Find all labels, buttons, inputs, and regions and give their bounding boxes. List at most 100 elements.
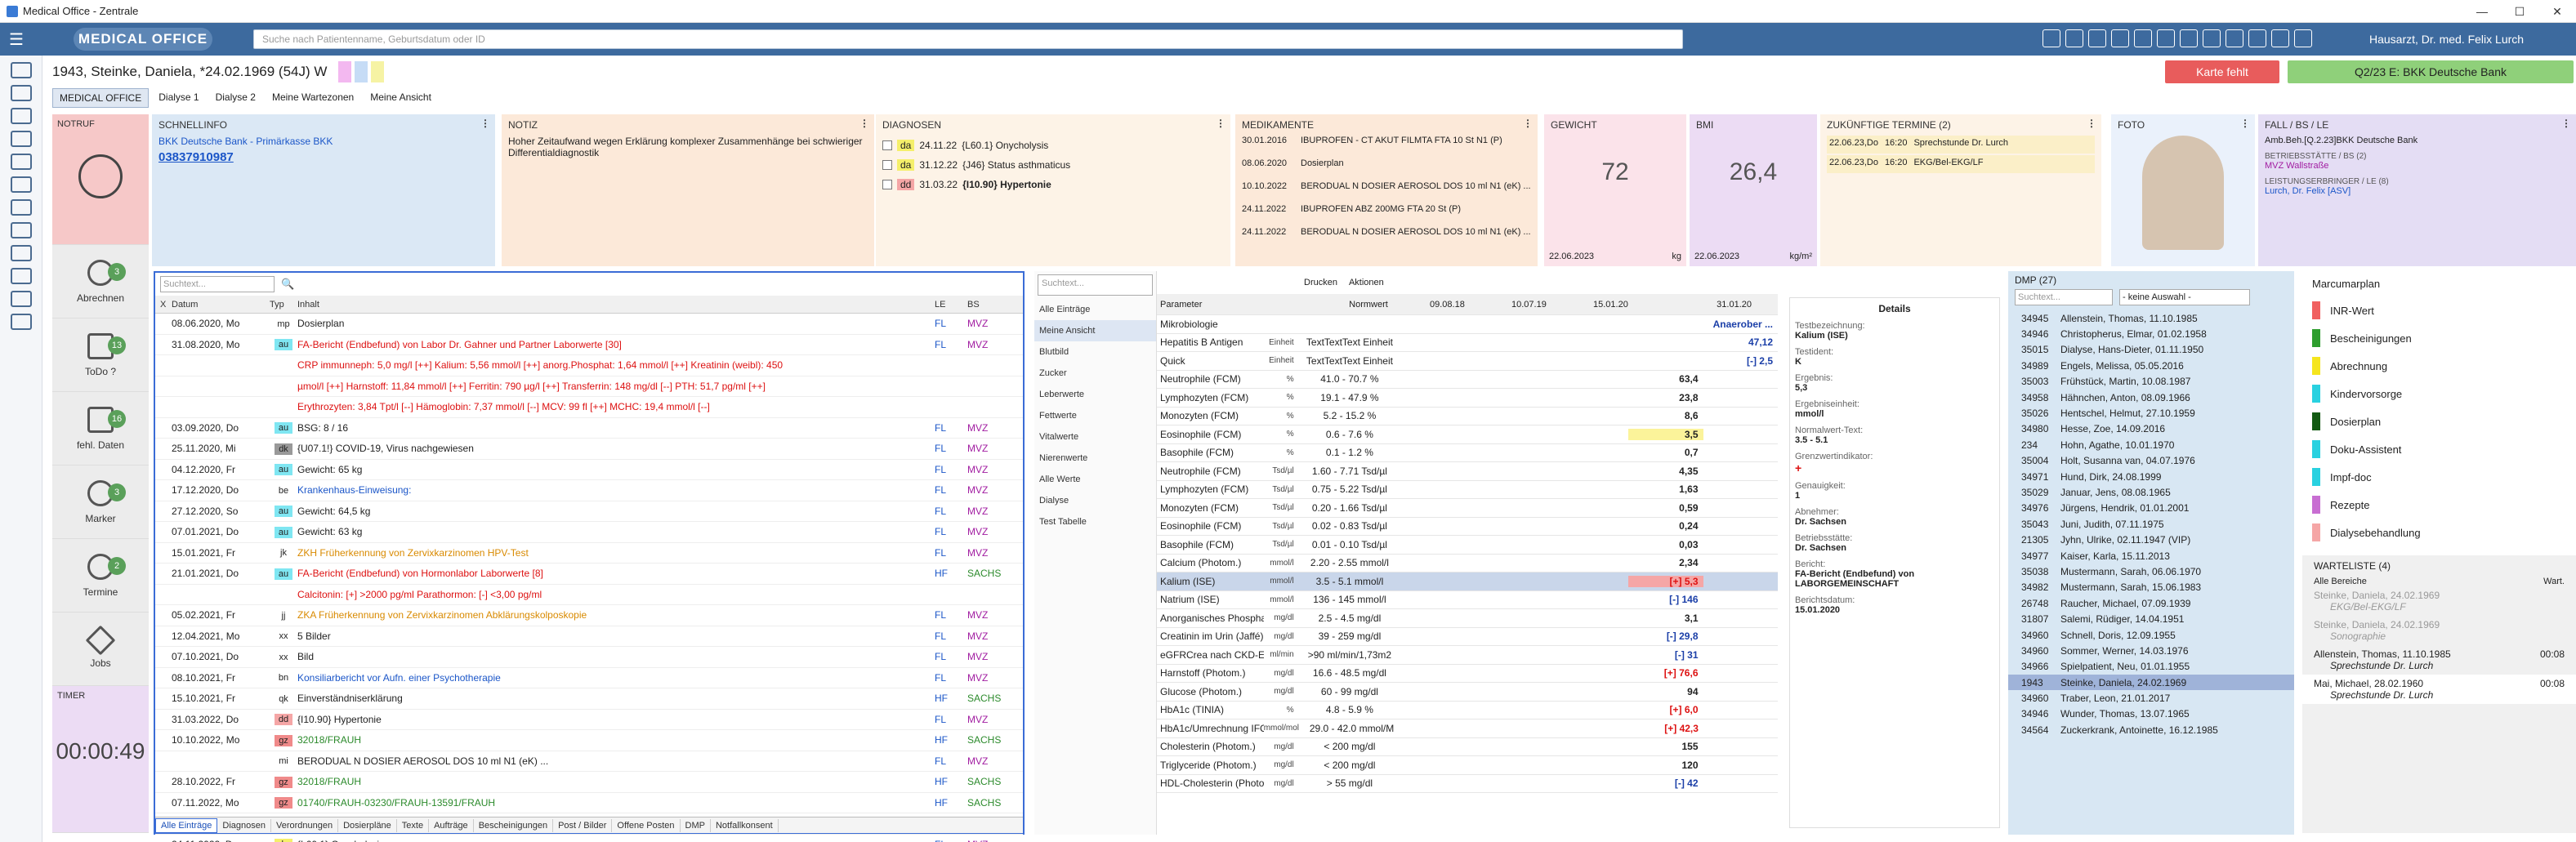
rail-icon[interactable] <box>10 154 32 170</box>
lab-nav-item[interactable]: Alle Werte <box>1034 469 1156 490</box>
patient-flag[interactable] <box>371 61 385 82</box>
rail-icon[interactable] <box>10 314 32 330</box>
list-item[interactable]: 34960 Schnell, Doris, 12.09.1955 <box>2008 627 2294 643</box>
tab-dialyse-2[interactable]: Dialyse 2 <box>209 88 262 108</box>
table-row[interactable]: 17.12.2020, Do be Krankenhaus-Einweisung: F… <box>155 480 1023 501</box>
lab-row[interactable]: Basophile (FCM) Tsd/µl 0.01 - 0.10 Tsd/µl 0… <box>1157 536 1778 555</box>
karte-fehlt-button[interactable]: Karte fehlt <box>2165 60 2279 83</box>
col-header[interactable]: Inhalt <box>297 300 935 310</box>
dmp-filter-select[interactable]: - keine Auswahl - <box>2119 289 2250 305</box>
toolbar-icon[interactable] <box>2180 29 2198 47</box>
more-icon[interactable]: ⋮ <box>2240 118 2250 129</box>
lab-nav-item[interactable]: Alle Einträge <box>1034 299 1156 320</box>
table-row[interactable]: 07.11.2022, Mo gz 01740/FRAUH-03230/FRAUH-… <box>155 793 1023 813</box>
toolbar-icon[interactable] <box>2042 29 2060 47</box>
table-row[interactable]: Erythrozyten: 3,84 Tpt/l [--] Hämoglobin… <box>155 397 1023 418</box>
list-item[interactable]: 35003 Frühstück, Martin, 10.08.1987 <box>2008 374 2294 390</box>
table-row[interactable]: 05.02.2021, Fr jj ZKA Früherkennung von Ze… <box>155 605 1023 626</box>
bottom-tab[interactable]: Diagnosen <box>217 818 271 832</box>
list-item[interactable]: 35004 Holt, Susanna van, 04.07.1976 <box>2008 453 2294 469</box>
user-name[interactable]: Hausarzt, Dr. med. Felix Lurch <box>2369 33 2524 46</box>
rail-icon[interactable] <box>10 108 32 124</box>
tab-medical-office[interactable]: MEDICAL OFFICE <box>52 88 150 108</box>
list-item[interactable]: 26748 Raucher, Michael, 07.09.1939 <box>2008 595 2294 611</box>
table-row[interactable]: 15.01.2021, Fr jk ZKH Früherkennung von Ze… <box>155 543 1023 564</box>
search-icon[interactable]: 🔍 <box>281 278 294 291</box>
marker-item[interactable]: Dialysebehandlung <box>2302 519 2576 546</box>
list-item[interactable]: 34958 Hähnchen, Anton, 08.09.1966 <box>2008 390 2294 405</box>
wait-item[interactable]: Steinke, Daniela, 24.02.1969 Sonographie <box>2302 616 2576 645</box>
marker-item[interactable]: Kindervorsorge <box>2302 380 2576 408</box>
lab-row[interactable]: Cholesterin (Photom.) mg/dl < 200 mg/dl 155 <box>1157 738 1778 756</box>
bottom-tab[interactable]: Bescheinigungen <box>474 818 554 832</box>
rail-icon[interactable] <box>10 291 32 307</box>
list-item[interactable]: 34966 Spielpatient, Neu, 01.01.1955 <box>2008 659 2294 675</box>
table-row[interactable]: Calcitonin: [+] >2000 pg/ml Parathormon:… <box>155 585 1023 605</box>
lab-row[interactable]: Creatinin im Urin (Jaffé) mg/dl 39 - 259 m… <box>1157 628 1778 646</box>
more-icon[interactable]: ⋮ <box>2087 118 2096 129</box>
more-icon[interactable]: ⋮ <box>2561 118 2571 129</box>
col-header[interactable]: LE <box>935 300 967 310</box>
more-icon[interactable]: ⋮ <box>1523 118 1533 129</box>
toolbar-icon[interactable] <box>2134 29 2152 47</box>
toolbar-icon[interactable] <box>2248 29 2266 47</box>
list-item[interactable]: 34976 Jürgens, Hendrik, 01.01.2001 <box>2008 501 2294 516</box>
list-item[interactable]: 34982 Mustermann, Sarah, 15.06.1983 <box>2008 580 2294 595</box>
toolbar-icon[interactable] <box>2157 29 2175 47</box>
table-row[interactable]: 12.04.2021, Mo xx 5 Bilder FL MVZ <box>155 626 1023 647</box>
more-icon[interactable]: ⋮ <box>480 118 490 129</box>
maximize-button[interactable]: ☐ <box>2501 0 2538 23</box>
drucken-button[interactable]: Drucken <box>1304 278 1337 287</box>
lab-nav-item[interactable]: Blutbild <box>1034 341 1156 363</box>
tile-fehl-daten[interactable]: 16 fehl. Daten <box>52 392 149 466</box>
list-item[interactable]: 34980 Hesse, Zoe, 14.09.2016 <box>2008 421 2294 437</box>
list-item[interactable]: 35038 Mustermann, Sarah, 06.06.1970 <box>2008 564 2294 579</box>
toolbar-icon[interactable] <box>2111 29 2129 47</box>
lab-row[interactable]: Quick Einheit TextTextText Einheit [-] 2,5 <box>1157 352 1778 371</box>
bottom-tab[interactable]: Dosierpläne <box>338 818 397 832</box>
lab-nav-item[interactable]: Meine Ansicht <box>1034 320 1156 341</box>
table-row[interactable]: 27.12.2020, So au Gewicht: 64,5 kg FL MVZ <box>155 501 1023 522</box>
aktionen-button[interactable]: Aktionen <box>1349 278 1384 287</box>
table-row[interactable]: 31.08.2020, Mo au FA-Bericht (Endbefund) v… <box>155 335 1023 355</box>
table-row[interactable]: 08.10.2021, Fr bn Konsiliarbericht vor Auf… <box>155 668 1023 688</box>
wait-item[interactable]: Steinke, Daniela, 24.02.1969 EKG/Bel-EKG/… <box>2302 586 2576 616</box>
termin-item[interactable]: 22.06.23,Do 16:20 Sprechstunde Dr. Lurch <box>1827 136 2095 154</box>
bottom-tab[interactable]: Offene Posten <box>612 818 681 832</box>
toolbar-icon[interactable] <box>2271 29 2289 47</box>
lab-row[interactable]: Monozyten (FCM)% 5.2 - 15.2 % 8,6 <box>1157 408 1778 425</box>
table-row[interactable]: CRP immunneph: 5,0 mg/l [++] Kalium: 5,5… <box>155 355 1023 376</box>
tile-timer[interactable]: TIMER 00:00:49 <box>52 686 149 833</box>
lab-nav-item[interactable]: Fettwerte <box>1034 405 1156 426</box>
list-item[interactable]: 35026 Hentschel, Helmut, 27.10.1959 <box>2008 405 2294 421</box>
col-header[interactable]: Parameter <box>1157 300 1307 310</box>
col-header[interactable]: X <box>155 300 172 310</box>
bottom-tab[interactable]: Post / Bilder <box>553 818 613 832</box>
lab-nav-item[interactable]: Dialyse <box>1034 490 1156 511</box>
lab-row[interactable]: HDL-Cholesterin (Photom.) mg/dl > 55 mg/dl… <box>1157 775 1778 793</box>
marker-item[interactable]: Dosierplan <box>2302 408 2576 435</box>
lab-row[interactable]: Monozyten (FCM) Tsd/µl 0.20 - 1.66 Tsd/µl 0… <box>1157 499 1778 518</box>
list-item[interactable]: 34946 Wunder, Thomas, 13.07.1965 <box>2008 706 2294 722</box>
lab-row[interactable]: Neutrophile (FCM)% 41.0 - 70.7 % 63,4 <box>1157 371 1778 389</box>
rail-icon[interactable] <box>10 268 32 284</box>
list-item[interactable]: 34960 Traber, Leon, 21.01.2017 <box>2008 690 2294 706</box>
col-header[interactable]: BS <box>967 300 1000 310</box>
lab-row[interactable]: Anorganisches Phosphat (P... mg/dl 2.5 - 4… <box>1157 609 1778 628</box>
table-row[interactable]: mi BERODUAL N DOSIER AEROSOL DOS 10 ml N1… <box>155 751 1023 772</box>
checkbox[interactable] <box>882 180 892 189</box>
dmp-search-input[interactable]: Suchtext... <box>2015 289 2113 305</box>
med-item[interactable]: 30.01.2016 IBUPROFEN - CT AKUT FILMTA FTA… <box>1242 136 1531 158</box>
kasse-button[interactable]: Q2/23 E: BKK Deutsche Bank <box>2288 60 2574 83</box>
col-header[interactable]: 10.07.19 <box>1511 300 1593 310</box>
list-item[interactable]: 35029 Januar, Jens, 08.08.1965 <box>2008 484 2294 500</box>
list-item[interactable]: 31807 Salemi, Rüdiger, 14.04.1951 <box>2008 611 2294 626</box>
wait-item[interactable]: Mai, Michael, 28.02.1960 Sprechstunde Dr.… <box>2302 675 2576 704</box>
tile-notruf[interactable]: NOTRUF <box>52 114 149 245</box>
termin-item[interactable]: 22.06.23,Do 16:20 EKG/Bel-EKG/LF <box>1827 155 2095 173</box>
list-item[interactable]: 35015 Dialyse, Hans-Dieter, 01.11.1950 <box>2008 342 2294 358</box>
table-row[interactable]: 21.01.2021, Do au FA-Bericht (Endbefund) v… <box>155 564 1023 585</box>
col-header[interactable]: Datum <box>172 300 270 310</box>
marker-item[interactable]: Rezepte <box>2302 491 2576 519</box>
table-row[interactable]: 07.01.2021, Do au Gewicht: 63 kg FL MVZ <box>155 522 1023 543</box>
